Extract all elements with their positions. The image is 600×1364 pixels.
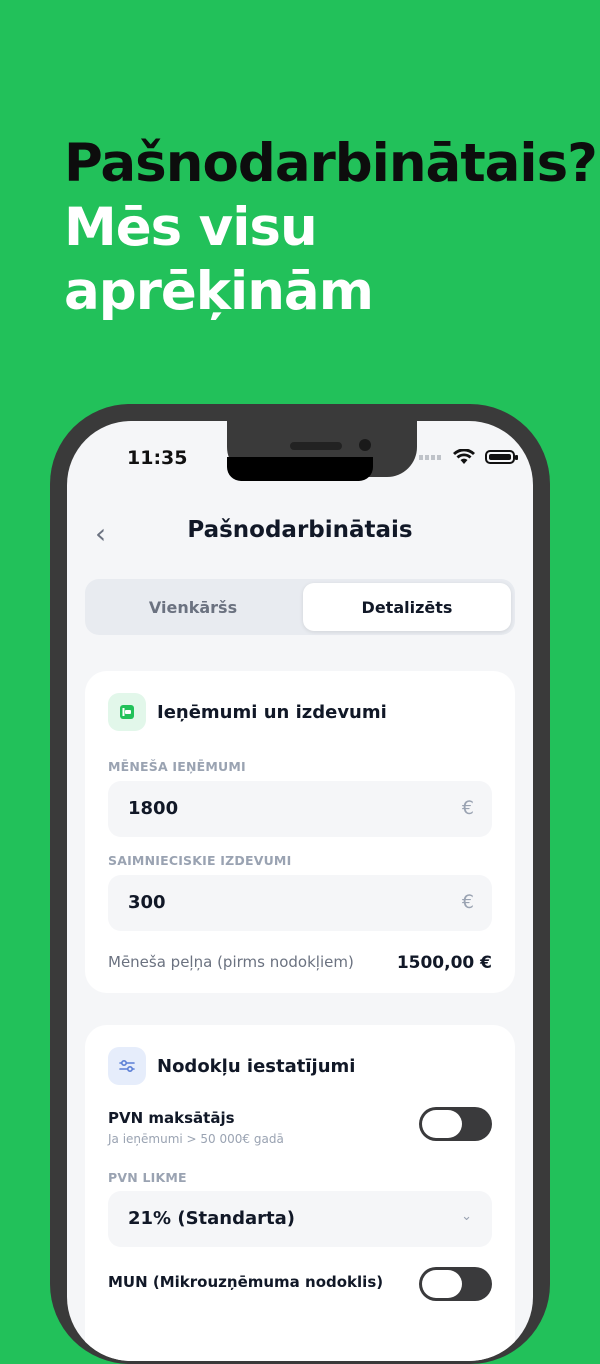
revenue-label: MĒNEŠA IEŅĒMUMI	[108, 759, 246, 774]
profit-label: Mēneša peļņa (pirms nodokļiem)	[108, 953, 354, 971]
status-icons	[419, 449, 518, 465]
segment-detailed[interactable]: Detalizēts	[303, 583, 511, 631]
vat-payer-hint: Ja ieņēmumi > 50 000€ gadā	[108, 1132, 284, 1146]
profit-value: 1500,00 €	[396, 953, 492, 973]
dynamic-island	[227, 457, 373, 481]
headline: Pašnodarbinātais? Mēs visu aprēķinām	[64, 132, 598, 324]
phone-frame: 11:35 ‹ Pašnodarbinātais Vienkāršs Detal…	[50, 404, 550, 1364]
speaker	[290, 442, 342, 450]
sliders-icon	[108, 1047, 146, 1085]
toggle-knob	[422, 1270, 462, 1298]
signal-icon	[419, 454, 443, 460]
wallet-icon	[108, 693, 146, 731]
chevron-down-icon: ⌄	[461, 1209, 472, 1224]
headline-line-2: Mēs visu	[64, 197, 318, 258]
page-title: Pašnodarbinātais	[187, 517, 413, 543]
camera	[359, 439, 371, 451]
expenses-field[interactable]: 300 €	[108, 875, 492, 931]
euro-icon: €	[461, 797, 474, 819]
revenue-field[interactable]: 1800 €	[108, 781, 492, 837]
revenue-value: 1800	[128, 798, 179, 819]
mode-segmented-control: Vienkāršs Detalizēts	[85, 579, 515, 635]
segment-simple[interactable]: Vienkāršs	[89, 583, 297, 631]
vat-rate-value: 21% (Standarta)	[128, 1208, 295, 1229]
headline-line-3: aprēķinām	[64, 261, 374, 322]
euro-icon: €	[461, 891, 474, 913]
battery-icon	[485, 450, 518, 464]
phone-screen: 11:35 ‹ Pašnodarbinātais Vienkāršs Detal…	[67, 421, 533, 1361]
wifi-icon	[453, 449, 475, 464]
headline-line-1: Pašnodarbinātais?	[64, 133, 598, 194]
vat-payer-toggle[interactable]	[419, 1107, 492, 1141]
toggle-knob	[422, 1110, 462, 1138]
expenses-value: 300	[128, 892, 166, 913]
vat-rate-select[interactable]: 21% (Standarta) ⌄	[108, 1191, 492, 1247]
income-expenses-card: Ieņēmumi un izdevumi MĒNEŠA IEŅĒMUMI 180…	[85, 671, 515, 993]
vat-rate-label: PVN LIKME	[108, 1170, 187, 1185]
income-card-title: Ieņēmumi un izdevumi	[157, 702, 387, 723]
mun-toggle[interactable]	[419, 1267, 492, 1301]
vat-payer-label: PVN maksātājs	[108, 1109, 235, 1127]
tax-settings-card: Nodokļu iestatījumi PVN maksātājs Ja ieņ…	[85, 1025, 515, 1361]
status-time: 11:35	[127, 447, 188, 469]
mun-label: MUN (Mikrouzņēmuma nodoklis)	[108, 1273, 384, 1291]
expenses-label: SAIMNIECISKIE IZDEVUMI	[108, 853, 292, 868]
tax-card-title: Nodokļu iestatījumi	[157, 1056, 356, 1077]
